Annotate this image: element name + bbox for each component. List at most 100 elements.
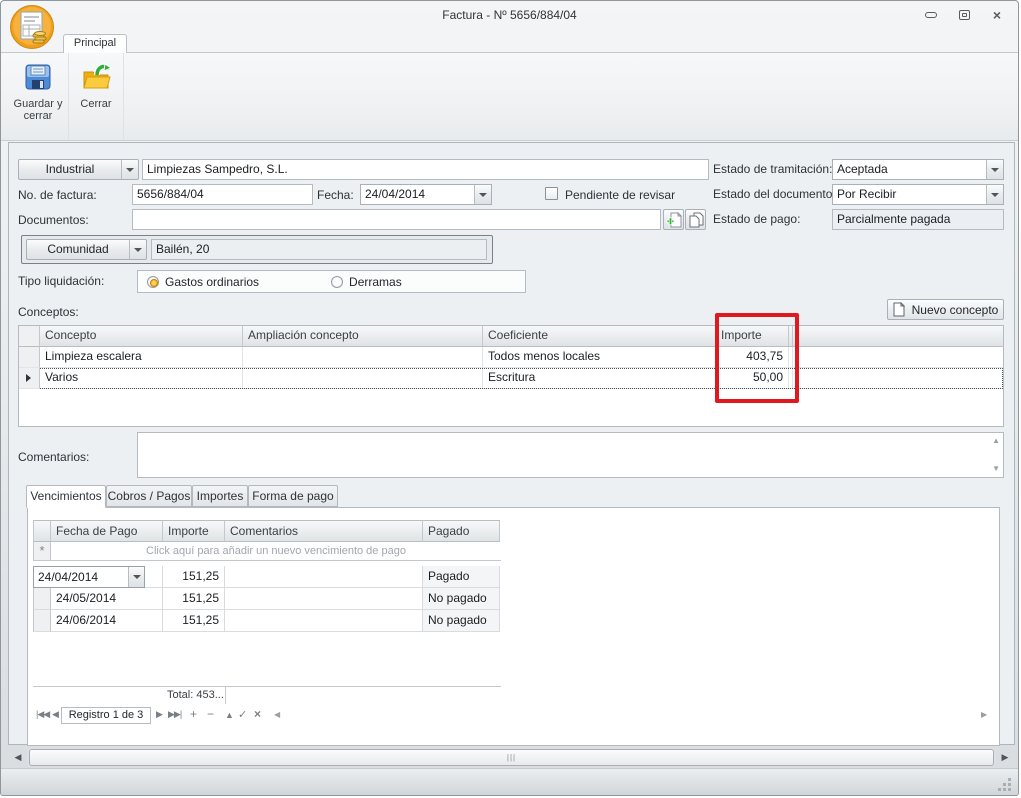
comments-box[interactable]: ▲ ▼	[137, 432, 1004, 478]
nav-edit-button[interactable]: ▲	[225, 710, 233, 720]
col-concepto[interactable]: Concepto	[40, 326, 243, 347]
conceptos-header: Concepto Ampliación concepto Coeficiente…	[19, 326, 1003, 347]
tab-vencimientos[interactable]: Vencimientos	[26, 485, 106, 508]
save-and-close-button[interactable]: Guardar y cerrar	[8, 55, 68, 139]
record-counter: Registro 1 de 3	[61, 707, 151, 724]
new-row-hint[interactable]: Click aquí para añadir un nuevo vencimie…	[51, 542, 501, 561]
col-comentarios[interactable]: Comentarios	[225, 520, 423, 542]
grid-scroll-right[interactable]: ▶	[981, 710, 986, 719]
col-ampliacion[interactable]: Ampliación concepto	[243, 326, 483, 347]
window-controls: ×	[924, 9, 1004, 21]
new-payment-row[interactable]: * Click aquí para añadir un nuevo vencim…	[33, 542, 501, 561]
ribbon-tab-principal[interactable]: Principal	[63, 34, 127, 53]
chevron-down-icon	[991, 168, 999, 172]
nav-next-button[interactable]: ▶	[156, 709, 162, 720]
scroll-up-icon[interactable]: ▲	[992, 437, 1000, 445]
payment-row[interactable]: 24/06/2014 151,25 No pagado	[33, 610, 501, 632]
copy-document-button[interactable]	[685, 209, 706, 230]
highlight-rectangle	[715, 313, 799, 403]
comments-label: Comentarios:	[18, 450, 89, 464]
total-label: Total: 453...	[163, 687, 226, 704]
document-state-label: Estado del documento:	[713, 187, 836, 201]
scrollbar-thumb[interactable]: |||	[29, 749, 994, 766]
radio-gastos-ordinarios[interactable]	[147, 276, 159, 288]
app-icon[interactable]	[9, 4, 56, 50]
date-dropdown[interactable]	[474, 185, 491, 204]
col-fecha-pago[interactable]: Fecha de Pago	[51, 520, 163, 542]
liquidation-group: Gastos ordinarios Derramas	[137, 270, 526, 293]
restore-button[interactable]	[957, 9, 971, 21]
vencimientos-grid: Fecha de Pago Importe Comentarios Pagado…	[33, 520, 501, 632]
pending-review-label: Pendiente de revisar	[565, 188, 675, 202]
invoice-no-field[interactable]: 5656/884/04	[132, 184, 313, 205]
form-panel: Industrial Limpiezas Sampedro, S.L. Esta…	[8, 142, 1015, 745]
scroll-down-icon[interactable]: ▼	[992, 465, 1000, 473]
grip-icon: |||	[507, 754, 516, 762]
new-document-icon	[893, 302, 905, 317]
col-coeficiente[interactable]: Coeficiente	[483, 326, 716, 347]
scroll-left-icon[interactable]: ◀	[9, 752, 27, 763]
radio-gastos-ordinarios-label: Gastos ordinarios	[165, 275, 259, 289]
chevron-down-icon	[134, 248, 142, 252]
grid-scroll-left[interactable]: ◀	[274, 710, 279, 719]
minimize-button[interactable]	[924, 9, 938, 21]
community-type-dropdown[interactable]	[129, 240, 146, 259]
processing-state-dropdown[interactable]	[986, 160, 1003, 179]
nav-last-button[interactable]: ▶▶|	[168, 709, 181, 720]
supplier-name-field[interactable]: Limpiezas Sampedro, S.L.	[142, 159, 709, 180]
col-pagado[interactable]: Pagado	[423, 520, 500, 542]
tab-cobros-pagos[interactable]: Cobros / Pagos	[106, 485, 192, 507]
date-combo[interactable]: 24/04/2014	[360, 184, 492, 205]
copy-icon	[688, 212, 704, 228]
documents-label: Documentos:	[18, 213, 89, 227]
processing-state-combo[interactable]: Aceptada	[832, 159, 1004, 180]
tab-forma-pago[interactable]: Forma de pago	[248, 485, 338, 507]
conceptos-grid: Concepto Ampliación concepto Coeficiente…	[18, 325, 1004, 427]
tab-importes[interactable]: Importes	[192, 485, 248, 507]
chevron-down-icon	[133, 575, 141, 579]
close-form-label: Cerrar	[80, 98, 111, 110]
nav-cancel-button[interactable]: ×	[254, 707, 261, 721]
nav-prev-button[interactable]: ◀	[52, 709, 58, 720]
document-state-dropdown[interactable]	[986, 185, 1003, 204]
payment-row[interactable]: 24/05/2014 151,25 No pagado	[33, 588, 501, 610]
community-field[interactable]: Bailén, 20	[151, 239, 487, 260]
radio-derramas-label: Derramas	[349, 275, 402, 289]
chevron-down-icon	[479, 193, 487, 197]
save-and-close-label: Guardar y cerrar	[8, 98, 68, 122]
invoice-no-label: No. de factura:	[18, 188, 97, 202]
nav-first-button[interactable]: |◀◀	[36, 709, 49, 720]
document-state-combo[interactable]: Por Recibir	[832, 184, 1004, 205]
payment-state-field: Parcialmente pagada	[832, 209, 1004, 230]
col-importe[interactable]: Importe	[163, 520, 225, 542]
liquidation-label: Tipo liquidación:	[18, 274, 104, 288]
supplier-type-dropdown[interactable]	[121, 160, 138, 179]
nav-post-button[interactable]: ✓	[238, 708, 247, 721]
titlebar: Factura - Nº 5656/884/04 ×	[1, 1, 1018, 29]
close-button[interactable]: ×	[990, 9, 1004, 21]
horizontal-scrollbar[interactable]: ◀ ||| ▶	[9, 748, 1014, 767]
row-indicator-icon	[26, 374, 31, 382]
window-title: Factura - Nº 5656/884/04	[1, 8, 1018, 22]
concept-row[interactable]: Limpieza escalera Todos menos locales 40…	[19, 347, 1003, 368]
restore-icon	[959, 10, 970, 20]
supplier-type-button[interactable]: Industrial	[18, 159, 139, 180]
date-dropdown[interactable]	[128, 567, 144, 587]
resize-grip-icon[interactable]	[998, 778, 1012, 792]
radio-derramas[interactable]	[331, 276, 343, 288]
close-icon: ×	[993, 9, 1001, 21]
concept-row-selected[interactable]: Varios Escritura 50,00	[19, 368, 1003, 389]
payment-row[interactable]: 24/04/2014 151,25 Pagado	[33, 566, 501, 588]
scroll-right-icon[interactable]: ▶	[996, 752, 1014, 763]
payment-date-editor[interactable]: 24/04/2014	[51, 566, 145, 588]
add-document-button[interactable]	[663, 209, 684, 230]
nav-delete-button[interactable]: −	[207, 707, 214, 721]
new-concept-button[interactable]: Nuevo concepto	[887, 299, 1004, 320]
documents-field[interactable]	[132, 209, 661, 230]
status-bar	[1, 768, 1018, 796]
nav-append-button[interactable]: +	[190, 707, 197, 721]
community-row: Comunidad Bailén, 20	[21, 235, 493, 264]
pending-review-checkbox[interactable]	[545, 187, 558, 200]
community-type-button[interactable]: Comunidad	[26, 239, 147, 260]
close-form-button[interactable]: Cerrar	[69, 55, 123, 139]
